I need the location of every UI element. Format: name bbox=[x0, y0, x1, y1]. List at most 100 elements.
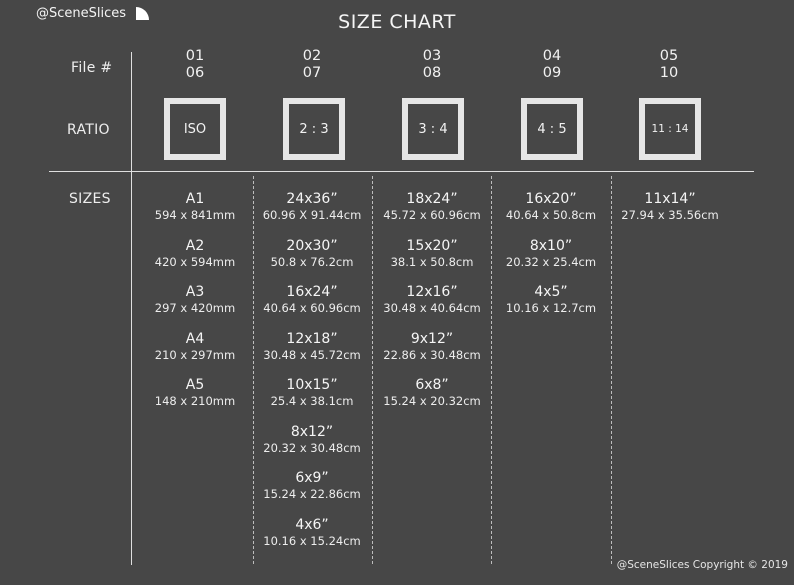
size-entry: 12x16” 30.48 x 40.64cm bbox=[371, 284, 493, 331]
size-dimensions: 30.48 x 40.64cm bbox=[383, 301, 481, 315]
ratio-text: 3 : 4 bbox=[418, 121, 448, 137]
size-entry: 24x36” 60.96 X 91.44cm bbox=[251, 191, 373, 238]
ratio-box-3-4: 3 : 4 bbox=[402, 98, 464, 160]
size-name: 9x12” bbox=[410, 330, 454, 347]
size-name: 24x36” bbox=[286, 191, 338, 207]
file-number: 02 bbox=[302, 48, 322, 64]
ratio-text: 4 : 5 bbox=[537, 121, 567, 137]
size-dimensions: 297 x 420mm bbox=[154, 301, 236, 315]
size-name: 8x12” bbox=[290, 423, 334, 440]
size-name: A5 bbox=[185, 377, 205, 393]
size-name: 18x24” bbox=[406, 191, 458, 207]
ratio-box-iso: ISO bbox=[164, 98, 226, 160]
size-dimensions: 210 x 297mm bbox=[154, 347, 236, 362]
file-numbers-col-3: 03 08 bbox=[382, 48, 482, 82]
sizes-label: SIZES bbox=[69, 191, 111, 207]
size-entry: 12x18” 30.48 x 45.72cm bbox=[251, 331, 373, 378]
file-number: 03 bbox=[422, 48, 442, 64]
size-name: 6x8” bbox=[415, 377, 449, 393]
size-name: 15x20” bbox=[406, 237, 458, 254]
size-dimensions: 10.16 x 12.7cm bbox=[505, 301, 597, 315]
ratio-label: RATIO bbox=[67, 122, 110, 138]
file-number: 01 bbox=[185, 48, 205, 64]
size-entry: 11x14” 27.94 x 35.56cm bbox=[609, 191, 731, 238]
size-name: 20x30” bbox=[286, 237, 338, 254]
size-entry: A4 210 x 297mm bbox=[134, 331, 256, 378]
size-dimensions: 594 x 841mm bbox=[154, 208, 236, 222]
size-dimensions: 40.64 x 50.8cm bbox=[505, 208, 597, 222]
file-number: 10 bbox=[659, 65, 679, 81]
size-entry: 4x5” 10.16 x 12.7cm bbox=[490, 284, 612, 331]
file-number: 06 bbox=[185, 65, 205, 81]
sizes-col-3-4: 18x24” 45.72 x 60.96cm 15x20” 38.1 x 50.8c… bbox=[371, 191, 493, 424]
size-dimensions: 15.24 x 22.86cm bbox=[263, 487, 361, 501]
file-numbers-col-4: 04 09 bbox=[502, 48, 602, 82]
size-name: A4 bbox=[185, 330, 205, 347]
size-entry: A3 297 x 420mm bbox=[134, 284, 256, 331]
size-dimensions: 20.32 x 30.48cm bbox=[263, 440, 361, 455]
size-dimensions: 15.24 x 20.32cm bbox=[383, 394, 481, 408]
sizes-col-4-5: 16x20” 40.64 x 50.8cm 8x10” 20.32 x 25.4cm… bbox=[490, 191, 612, 331]
copyright-footer: @SceneSlices Copyright © 2019 bbox=[616, 559, 788, 571]
file-number: 05 bbox=[659, 48, 679, 64]
size-entry: A1 594 x 841mm bbox=[134, 191, 256, 238]
size-entry: 16x24” 40.64 x 60.96cm bbox=[251, 284, 373, 331]
size-entry: A2 420 x 594mm bbox=[134, 238, 256, 285]
size-entry: A5 148 x 210mm bbox=[134, 377, 256, 424]
size-name: A1 bbox=[185, 191, 205, 207]
size-entry: 10x15” 25.4 x 38.1cm bbox=[251, 377, 373, 424]
size-name: A2 bbox=[185, 237, 205, 254]
size-dimensions: 25.4 x 38.1cm bbox=[270, 394, 354, 408]
ratio-text: 11 : 14 bbox=[651, 123, 689, 135]
size-dimensions: 45.72 x 60.96cm bbox=[383, 208, 481, 222]
size-dimensions: 420 x 594mm bbox=[154, 254, 236, 269]
size-entry: 15x20” 38.1 x 50.8cm bbox=[371, 238, 493, 285]
size-name: A3 bbox=[185, 284, 205, 300]
size-name: 4x6” bbox=[295, 516, 329, 533]
file-number-label: File # bbox=[71, 60, 113, 76]
ratio-text: 2 : 3 bbox=[299, 121, 329, 137]
size-name: 16x24” bbox=[286, 284, 338, 300]
size-dimensions: 50.8 x 76.2cm bbox=[270, 254, 354, 269]
file-numbers-col-5: 05 10 bbox=[619, 48, 719, 82]
size-entry: 8x12” 20.32 x 30.48cm bbox=[251, 424, 373, 471]
file-number: 07 bbox=[302, 65, 322, 81]
size-dimensions: 22.86 x 30.48cm bbox=[383, 347, 481, 362]
size-dimensions: 40.64 x 60.96cm bbox=[263, 301, 361, 315]
size-dimensions: 148 x 210mm bbox=[154, 394, 236, 408]
size-dimensions: 60.96 X 91.44cm bbox=[262, 208, 362, 222]
size-name: 11x14” bbox=[644, 191, 696, 207]
size-dimensions: 20.32 x 25.4cm bbox=[505, 254, 597, 269]
page-title: SIZE CHART bbox=[338, 11, 456, 33]
horizontal-divider bbox=[49, 171, 754, 172]
size-name: 8x10” bbox=[529, 237, 573, 254]
ratio-box-2-3: 2 : 3 bbox=[283, 98, 345, 160]
size-entry: 18x24” 45.72 x 60.96cm bbox=[371, 191, 493, 238]
size-entry: 6x9” 15.24 x 22.86cm bbox=[251, 470, 373, 517]
size-name: 4x5” bbox=[534, 284, 568, 300]
file-number: 08 bbox=[422, 65, 442, 81]
size-dimensions: 27.94 x 35.56cm bbox=[621, 208, 719, 222]
size-entry: 4x6” 10.16 x 15.24cm bbox=[251, 517, 373, 564]
size-entry: 9x12” 22.86 x 30.48cm bbox=[371, 331, 493, 378]
file-numbers-col-2: 02 07 bbox=[262, 48, 362, 82]
size-entry: 8x10” 20.32 x 25.4cm bbox=[490, 238, 612, 285]
sizes-col-2-3: 24x36” 60.96 X 91.44cm 20x30” 50.8 x 76.2c… bbox=[251, 191, 373, 563]
size-dimensions: 10.16 x 15.24cm bbox=[263, 533, 361, 548]
size-name: 12x18” bbox=[286, 330, 338, 347]
sizes-col-11-14: 11x14” 27.94 x 35.56cm bbox=[609, 191, 731, 238]
file-number: 04 bbox=[542, 48, 562, 64]
ratio-box-4-5: 4 : 5 bbox=[521, 98, 583, 160]
size-entry: 6x8” 15.24 x 20.32cm bbox=[371, 377, 493, 424]
ratio-box-11-14: 11 : 14 bbox=[639, 98, 701, 160]
size-name: 16x20” bbox=[525, 191, 577, 207]
size-name: 10x15” bbox=[286, 377, 338, 393]
size-name: 6x9” bbox=[295, 470, 329, 486]
size-dimensions: 38.1 x 50.8cm bbox=[390, 254, 474, 269]
ratio-text: ISO bbox=[183, 121, 207, 137]
size-dimensions: 30.48 x 45.72cm bbox=[263, 347, 361, 362]
size-name: 12x16” bbox=[406, 284, 458, 300]
file-numbers-col-1: 01 06 bbox=[145, 48, 245, 82]
size-entry: 16x20” 40.64 x 50.8cm bbox=[490, 191, 612, 238]
file-number: 09 bbox=[542, 65, 562, 81]
